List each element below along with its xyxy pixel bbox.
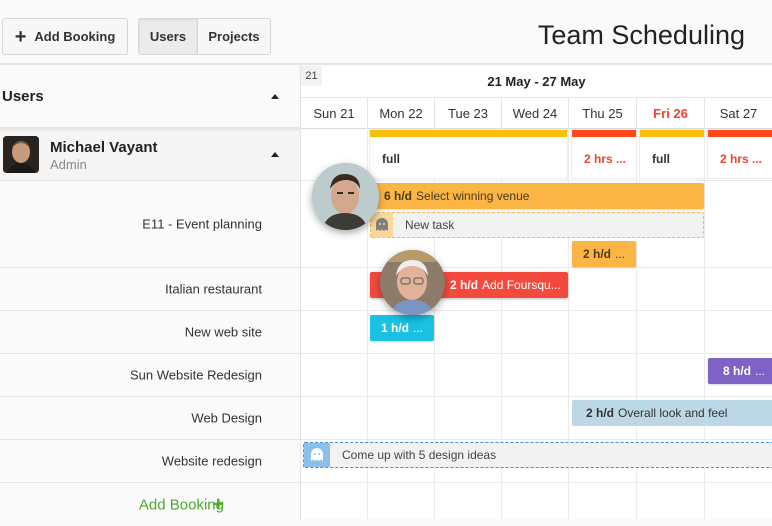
toggle-projects[interactable]: Projects (198, 19, 270, 54)
day-header: Wed 24 (502, 98, 569, 128)
booking-bar[interactable]: 2 h/d ... (572, 241, 636, 267)
booking-bar[interactable]: 1 h/d ... (370, 315, 434, 341)
user-role: Admin (50, 157, 87, 172)
availability-text: 2 hrs ... (584, 152, 627, 166)
day-header: Sun 21 (301, 98, 368, 128)
day-header: Sat 27 (705, 98, 772, 128)
project-row[interactable]: Sun Website Redesign (0, 354, 300, 397)
booking-title: Add Foursqu... (482, 278, 561, 292)
booking-hours: 1 h/d (380, 321, 409, 335)
avatar (3, 136, 39, 173)
booking-hours: 2 h/d (582, 247, 611, 261)
user-name: Michael Vayant (50, 139, 158, 156)
day-header: Fri 26 (637, 98, 705, 128)
toggle-users[interactable]: Users (139, 19, 198, 54)
add-booking-row: + Add Booking (0, 483, 300, 526)
booking-bar[interactable]: 6 h/d Select winning venue (370, 183, 704, 209)
availability-cell[interactable]: full (640, 130, 704, 178)
ghost-icon (371, 213, 393, 237)
booking-hours: 6 h/d (384, 189, 413, 203)
project-name: Sun Website Redesign (129, 367, 262, 383)
booking-title: ... (755, 364, 766, 378)
availability-cell[interactable]: 2 hrs ... (708, 130, 772, 178)
booking-hours: 2 h/d (586, 406, 615, 420)
availability-text: full (382, 152, 400, 166)
grid-line (301, 482, 772, 483)
add-booking-label: Add Booking (34, 29, 116, 44)
project-row[interactable]: Web Design (0, 397, 300, 440)
project-name: Italian restaurant (165, 281, 262, 297)
grid-line (301, 353, 772, 354)
user-row[interactable]: Michael Vayant Admin (0, 128, 300, 181)
day-header: Thu 25 (569, 98, 637, 128)
users-header-label: Users (2, 88, 44, 105)
booking-title: ... (615, 247, 626, 261)
header-divider (301, 128, 772, 129)
project-row[interactable]: Italian restaurant (0, 268, 300, 311)
resource-panel: Users Michael Vayant Admin E11 - Event p… (0, 66, 301, 519)
project-name: New web site (184, 324, 262, 340)
project-name: E11 - Event planning (142, 216, 262, 232)
assignee-avatar (380, 250, 445, 315)
day-header: Mon 22 (368, 98, 435, 128)
availability-cell[interactable]: 2 hrs ... (572, 130, 636, 178)
placeholder-title: New task (405, 218, 455, 232)
availability-cell[interactable]: full (370, 130, 567, 178)
booking-bar[interactable]: 2 h/d Overall look and feel (572, 400, 772, 426)
add-booking-link-label: Add Booking (138, 496, 224, 513)
placeholder-title: Come up with 5 design ideas (342, 448, 497, 462)
availability-bar (572, 130, 636, 137)
booking-hours: 8 h/d (723, 364, 752, 378)
project-row[interactable]: Website redesign (0, 440, 300, 483)
add-booking-button[interactable]: + Add Booking (2, 18, 128, 55)
project-name: Website redesign (161, 453, 262, 469)
ghost-icon (304, 443, 330, 467)
availability-bar (370, 130, 567, 137)
booking-hours: 2 h/d (450, 278, 479, 292)
availability-bar (708, 130, 772, 137)
collapse-caret-icon[interactable] (271, 152, 279, 157)
sort-caret-icon[interactable] (271, 94, 279, 99)
project-row[interactable]: New web site (0, 311, 300, 354)
availability-bar (640, 130, 704, 137)
grid-line (301, 396, 772, 397)
grid-line (301, 439, 772, 440)
users-header[interactable]: Users (0, 66, 300, 128)
week-range: 21 May - 27 May (487, 74, 586, 89)
project-name: Web Design (191, 410, 262, 426)
page-title: Team Scheduling (537, 20, 745, 50)
day-header: Tue 23 (435, 98, 502, 128)
plus-icon: + (14, 25, 27, 48)
booking-title: Select winning venue (416, 189, 530, 203)
assignee-avatar (312, 163, 379, 230)
grid-line (301, 310, 772, 311)
booking-title: Overall look and feel (618, 406, 728, 420)
placeholder-booking[interactable]: New task (370, 212, 704, 238)
project-row[interactable]: E11 - Event planning (0, 181, 300, 268)
availability-text: full (652, 152, 670, 166)
booking-bar[interactable]: 8 h/d ... (708, 358, 772, 384)
schedule-grid: 21 21 May - 27 May Sun 21 Mon 22 Tue 23 … (301, 66, 772, 519)
availability-text: 2 hrs ... (720, 152, 763, 166)
grid-line (301, 267, 772, 268)
toolbar: + Add Booking Users Projects Team Schedu… (0, 0, 772, 65)
week-header: 21 21 May - 27 May (301, 66, 772, 98)
view-toggle: Users Projects (138, 18, 271, 55)
booking-title: ... (413, 321, 424, 335)
placeholder-booking[interactable]: Come up with 5 design ideas (303, 442, 772, 468)
